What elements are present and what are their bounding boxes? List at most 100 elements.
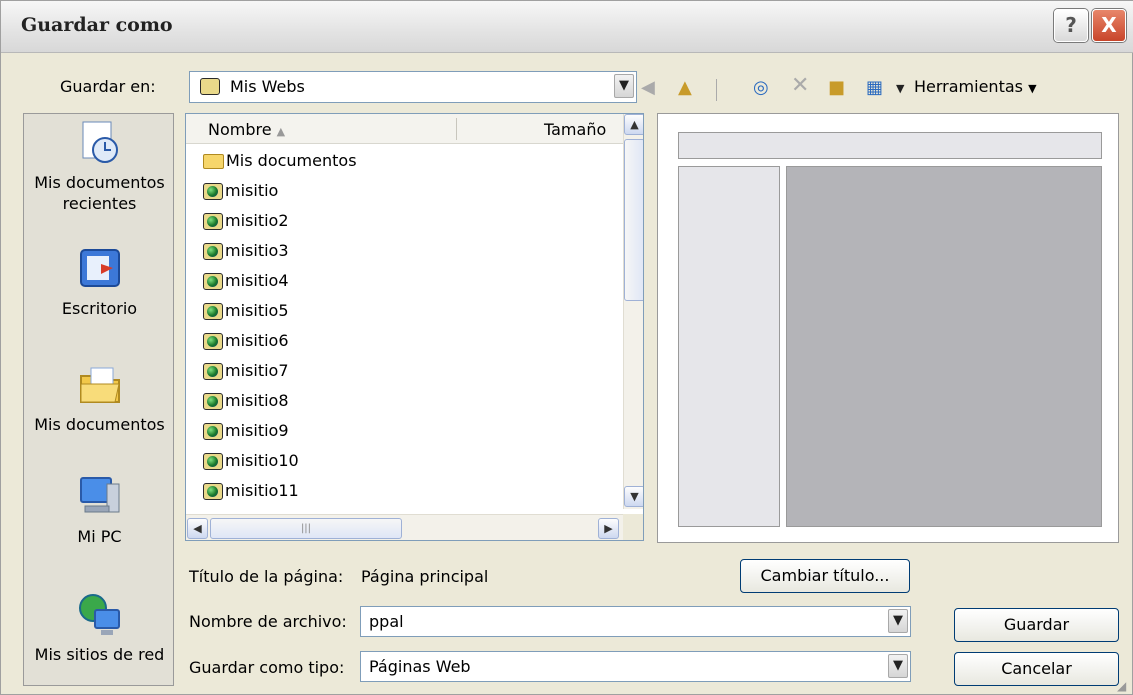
list-item[interactable]: misitio8 [186,386,623,416]
scroll-down-button[interactable]: ▼ [624,486,643,507]
column-name-label: Nombre [208,120,272,139]
list-item-name: misitio9 [225,421,289,440]
place-my-documents[interactable]: Mis documentos [24,362,175,435]
list-item[interactable]: misitio10 [186,446,623,476]
filetype-value: Páginas Web [369,657,471,676]
list-item[interactable]: misitio4 [186,266,623,296]
save-button[interactable]: Guardar [954,608,1119,642]
list-item-name: misitio8 [225,391,289,410]
title-bar[interactable]: Guardar como ? X [1,1,1133,53]
web-folder-icon [203,363,223,380]
place-my-documents-label: Mis documentos [34,415,165,434]
tools-chevron-icon: ▼ [1028,82,1037,95]
close-button[interactable]: X [1092,9,1126,42]
network-places-icon [77,592,123,638]
folder-icon [203,154,224,169]
preview-header-block [678,132,1102,159]
scroll-corner [623,514,643,540]
place-desktop[interactable]: Escritorio [24,246,175,319]
back-icon[interactable]: ◀ [641,77,655,98]
help-button[interactable]: ? [1054,9,1088,42]
recent-documents-icon [77,120,123,166]
preview-sidebar-block [678,166,780,527]
filename-input[interactable]: ppal ▼ [360,606,911,637]
horizontal-scroll-thumb[interactable]: ||| [210,518,402,539]
list-item[interactable]: misitio [186,176,623,206]
web-folder-icon [203,423,223,440]
place-recent-label-1: Mis documentos [34,173,165,192]
save-in-combo[interactable]: Mis Webs ▼ [189,71,637,103]
filetype-select[interactable]: Páginas Web ▼ [360,651,911,682]
list-item[interactable]: misitio5 [186,296,623,326]
preview-main-block [786,166,1102,527]
resize-grip-icon[interactable]: ◢ [1117,679,1131,693]
list-item[interactable]: misitio2 [186,206,623,236]
chevron-down-icon[interactable]: ▼ [888,609,908,633]
places-bar: Mis documentos recientes Escritorio Mis … [23,113,174,686]
delete-icon[interactable]: ✕ [791,73,809,98]
vertical-scroll-thumb[interactable] [624,139,643,301]
up-folder-icon[interactable]: ▲ [678,77,692,98]
scroll-right-button[interactable]: ▶ [598,518,619,539]
filetype-label: Guardar como tipo: [189,658,345,677]
list-item-name: misitio [225,181,279,200]
file-list[interactable]: Nombre ▲ Tamaño Mis documentos misitio m… [185,113,644,541]
list-item-name: misitio4 [225,271,289,290]
list-item[interactable]: misitio6 [186,326,623,356]
list-item[interactable]: misitio9 [186,416,623,446]
file-rows: Mis documentos misitio misitio2 misitio3… [186,146,623,506]
preview-pane [657,113,1119,543]
web-folder-icon [203,213,223,230]
my-documents-icon [77,362,123,408]
column-separator[interactable] [456,118,457,140]
web-folder-icon [203,393,223,410]
list-item[interactable]: misitio11 [186,476,623,506]
chevron-down-icon[interactable]: ▼ [614,74,634,98]
page-title-value: Página principal [361,567,489,586]
my-computer-icon [77,474,123,520]
new-folder-icon[interactable]: ■ [828,77,845,98]
save-in-value: Mis Webs [230,77,305,96]
chevron-down-icon[interactable]: ▼ [888,654,908,678]
list-item[interactable]: misitio3 [186,236,623,266]
tools-menu-label: Herramientas [914,77,1023,96]
place-network[interactable]: Mis sitios de red [24,592,175,665]
place-recent[interactable]: Mis documentos recientes [24,120,175,214]
web-folder-icon [203,243,223,260]
list-item-name: misitio11 [225,481,299,500]
vertical-scrollbar[interactable]: ▲ ▼ [623,114,643,509]
cancel-button[interactable]: Cancelar [954,652,1119,686]
list-item[interactable]: misitio7 [186,356,623,386]
list-item-name: Mis documentos [226,151,357,170]
sort-ascending-icon: ▲ [276,125,286,138]
place-recent-label-2: recientes [62,194,137,213]
web-folder-icon [203,183,223,200]
web-folder-icon [203,333,223,350]
list-item-name: misitio3 [225,241,289,260]
web-folder-icon [203,303,223,320]
filename-value: ppal [369,612,404,631]
page-title-label: Título de la página: [189,567,344,586]
save-as-dialog: Guardar como ? X Guardar en: Mis Webs ▼ … [0,0,1133,695]
search-web-icon[interactable]: ◎ [753,77,769,98]
column-header: Nombre ▲ Tamaño [186,114,623,144]
column-name[interactable]: Nombre ▲ [208,120,285,139]
scroll-up-button[interactable]: ▲ [624,114,643,135]
column-size[interactable]: Tamaño [544,120,606,139]
web-folder-icon [203,453,223,470]
web-folder-icon [200,78,220,95]
views-dropdown-icon[interactable]: ▼ [896,82,904,95]
list-item[interactable]: Mis documentos [186,146,623,176]
change-title-button[interactable]: Cambiar título... [740,559,910,593]
place-my-computer[interactable]: Mi PC [24,474,175,547]
save-in-label: Guardar en: [60,77,156,96]
views-icon[interactable]: ▦ [866,77,883,98]
tools-menu[interactable]: Herramientas ▼ [914,77,1037,96]
horizontal-scrollbar[interactable]: ◀ ||| ▶ [186,514,623,540]
list-item-name: misitio10 [225,451,299,470]
scroll-left-button[interactable]: ◀ [187,518,208,539]
window-title: Guardar como [21,14,173,36]
place-network-label: Mis sitios de red [34,645,165,664]
place-my-computer-label: Mi PC [77,527,122,546]
place-desktop-label: Escritorio [61,299,138,318]
